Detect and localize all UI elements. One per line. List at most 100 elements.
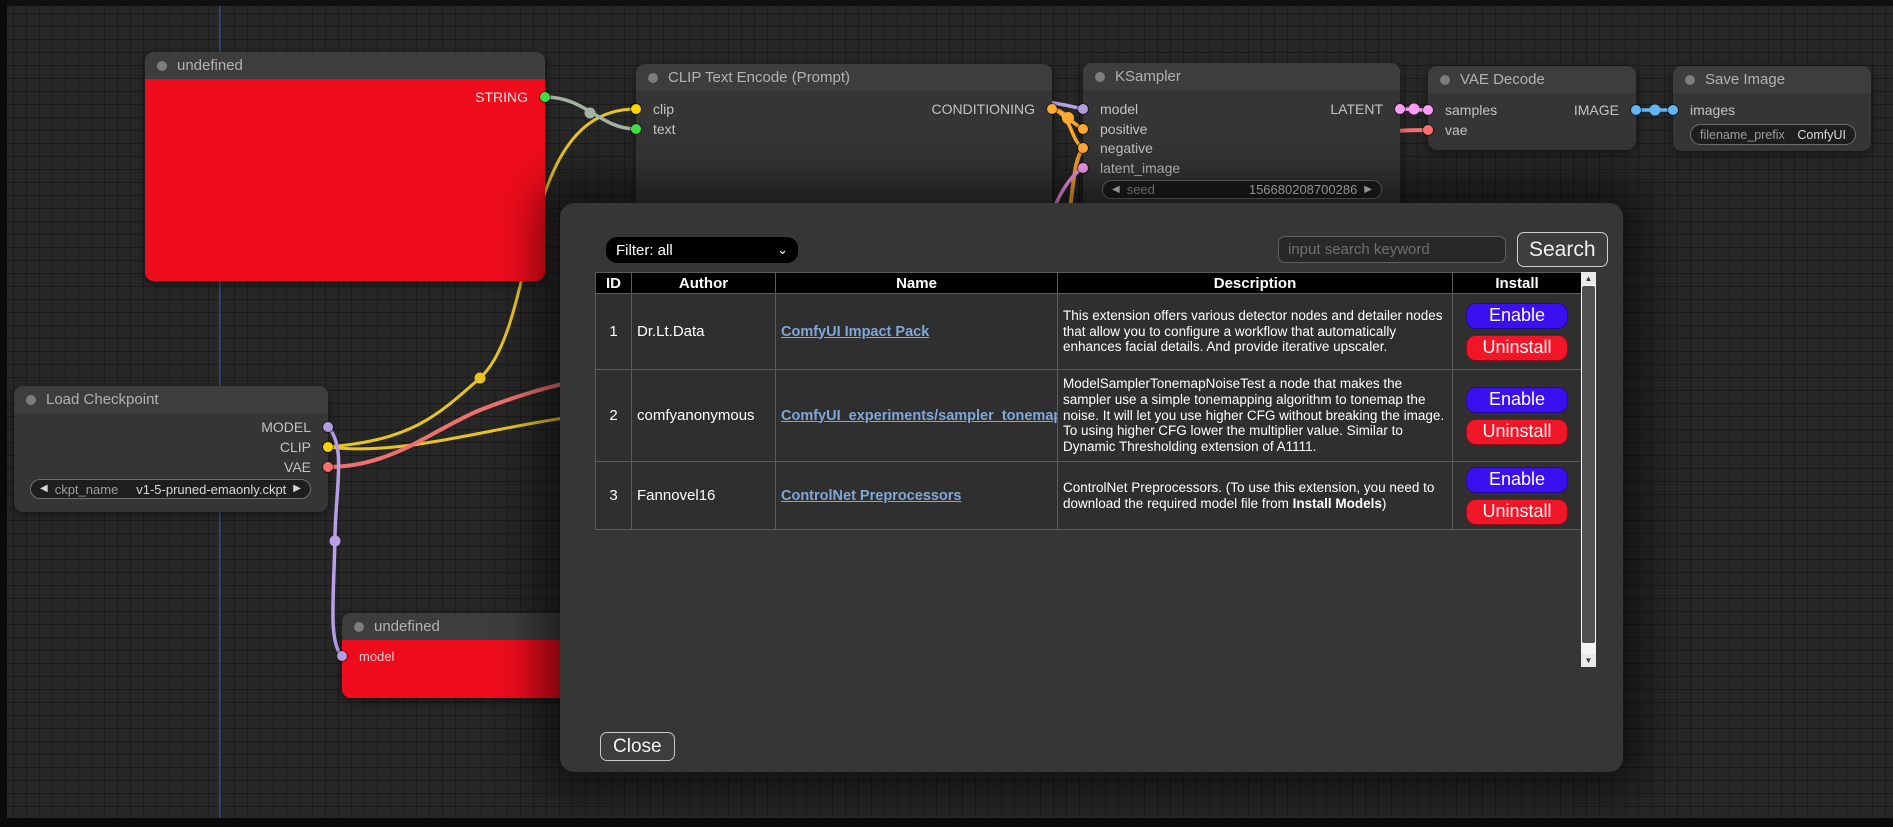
chevron-down-icon: ⌄ [777,242,788,258]
search-input[interactable] [1278,236,1506,263]
enable-button[interactable]: Enable [1466,467,1568,493]
description-bold-text: Install Models [1293,496,1382,511]
slot-label: LATENT [1330,101,1383,117]
slot-dot-clip[interactable] [631,104,641,114]
close-button[interactable]: Close [600,732,675,761]
slot-dot-model-out[interactable] [323,422,333,432]
table-scrollbar[interactable]: ▲ ▼ [1581,272,1596,667]
node-title: undefined [177,57,243,74]
node-title: VAE Decode [1460,71,1545,88]
enable-button[interactable]: Enable [1466,387,1568,413]
cell-id: 1 [596,294,632,370]
widget-value: 156680208700286 [1249,182,1357,197]
input-slot-positive: positive [1083,120,1147,138]
wire-clip-to-hidden-node [328,418,564,449]
node-title-bar[interactable]: KSampler [1083,63,1400,90]
collapse-dot-icon[interactable] [648,73,658,83]
slot-label: model [359,649,394,664]
slot-dot-string[interactable] [540,92,550,102]
slot-dot-vae-out[interactable] [323,462,333,472]
slot-dot-samples[interactable] [1423,105,1433,115]
collapse-dot-icon[interactable] [354,622,364,632]
scrollbar-thumb[interactable] [1582,286,1595,643]
extension-link[interactable]: ControlNet Preprocessors [781,488,962,504]
arrow-right-icon[interactable]: ▶ [293,484,301,494]
output-slot-conditioning: CONDITIONING [932,100,1052,118]
node-load-checkpoint[interactable]: Load Checkpoint MODEL CLIP VAE ◀ ckpt_na… [14,386,328,512]
wire-dot-clip [475,373,486,384]
table-row: 1 Dr.Lt.Data ComfyUI Impact Pack This ex… [596,294,1582,370]
table-row: 3 Fannovel16 ControlNet Preprocessors Co… [596,462,1582,530]
slot-dot-latent-image[interactable] [1078,163,1088,173]
output-slot-clip: CLIP [280,438,328,456]
scroll-down-icon[interactable]: ▼ [1581,654,1596,667]
search-button[interactable]: Search [1517,232,1608,267]
slot-label: model [1100,101,1138,117]
header-id: ID [596,273,632,294]
node-title-bar[interactable]: undefined [342,613,572,640]
node-undefined-string[interactable]: undefined STRING [145,52,545,281]
slot-dot-negative[interactable] [1078,143,1088,153]
cell-id: 2 [596,370,632,462]
slot-label: positive [1100,121,1147,137]
extension-link[interactable]: ComfyUI_experiments/sampler_tonemap [781,408,1058,424]
node-title-bar[interactable]: Load Checkpoint [14,386,328,413]
node-title: undefined [374,618,440,635]
collapse-dot-icon[interactable] [1440,75,1450,85]
slot-dot-latent[interactable] [1395,104,1405,114]
slot-dot-image[interactable] [1631,105,1641,115]
slot-dot-text[interactable] [631,124,641,134]
node-title-bar[interactable]: CLIP Text Encode (Prompt) [636,64,1052,91]
slot-label: STRING [475,89,528,105]
collapse-dot-icon[interactable] [1095,72,1105,82]
uninstall-button[interactable]: Uninstall [1466,499,1568,525]
slot-dot-model[interactable] [1078,104,1088,114]
node-ksampler[interactable]: KSampler model positive negative latent_… [1083,63,1400,208]
collapse-dot-icon[interactable] [157,61,167,71]
arrow-right-icon[interactable]: ▶ [1364,185,1372,195]
scroll-up-icon[interactable]: ▲ [1581,272,1596,285]
slot-label: clip [653,101,674,117]
slot-dot-clip-out[interactable] [323,442,333,452]
missing-node-body [145,79,545,281]
slot-label: MODEL [261,419,311,435]
widget-value: ComfyUI [1797,128,1846,142]
cell-description: This extension offers various detector n… [1058,294,1453,370]
node-vae-decode[interactable]: VAE Decode samples vae IMAGE [1428,66,1636,150]
extension-link[interactable]: ComfyUI Impact Pack [781,324,929,340]
node-clip-text-encode[interactable]: CLIP Text Encode (Prompt) clip text COND… [636,64,1052,209]
uninstall-button[interactable]: Uninstall [1466,335,1568,361]
manager-dialog: Filter: all ⌄ Search ID Author Name Desc… [560,203,1623,772]
slot-dot-vae[interactable] [1423,125,1433,135]
enable-button[interactable]: Enable [1466,303,1568,329]
filter-dropdown[interactable]: Filter: all ⌄ [606,237,798,263]
ckpt-name-widget[interactable]: ◀ ckpt_name v1-5-pruned-emaonly.ckpt ▶ [30,479,311,499]
arrow-left-icon[interactable]: ◀ [1112,185,1120,195]
slot-label: CLIP [280,439,311,455]
arrow-left-icon[interactable]: ◀ [40,484,48,494]
node-title-bar[interactable]: undefined [145,52,545,79]
comfyui-canvas[interactable]: undefined STRING CLIP Text Encode (Promp… [0,0,1893,827]
slot-dot-model-in[interactable] [337,651,347,661]
slot-dot-positive[interactable] [1078,124,1088,134]
wire-dot-model [330,536,341,547]
collapse-dot-icon[interactable] [1685,75,1695,85]
widget-label: seed [1127,182,1155,197]
slot-dot-images[interactable] [1668,105,1678,115]
node-title-bar[interactable]: Save Image [1673,66,1871,93]
seed-widget[interactable]: ◀ seed 156680208700286 ▶ [1102,180,1382,199]
slot-dot-conditioning[interactable] [1047,104,1057,114]
uninstall-button[interactable]: Uninstall [1466,419,1568,445]
slot-label: images [1690,102,1735,118]
screen-edge-left [0,0,7,827]
wire-latent-from-hidden [1054,168,1083,208]
table-row: 2 comfyanonymous ComfyUI_experiments/sam… [596,370,1582,462]
collapse-dot-icon[interactable] [26,395,36,405]
filename-prefix-widget[interactable]: filename_prefix ComfyUI [1690,124,1856,145]
node-save-image[interactable]: Save Image images filename_prefix ComfyU… [1673,66,1871,151]
cell-author: Fannovel16 [632,462,776,530]
input-slot-text: text [636,120,676,138]
output-slot-vae: VAE [284,458,328,476]
node-undefined-model[interactable]: undefined model [342,613,572,698]
node-title-bar[interactable]: VAE Decode [1428,66,1636,93]
